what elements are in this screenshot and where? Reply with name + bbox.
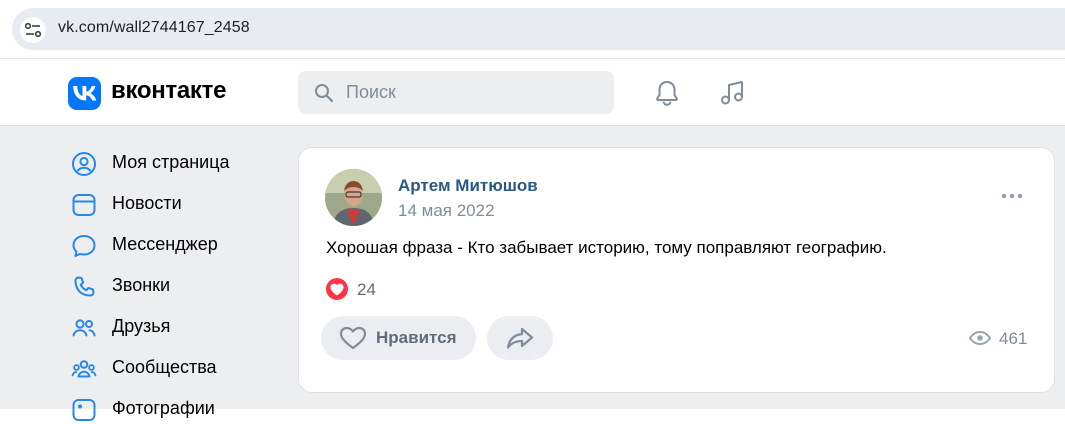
sidebar-item-photos[interactable]: Фотографии	[70, 394, 290, 424]
views-count: 461	[999, 329, 1028, 348]
communities-icon	[71, 360, 97, 378]
sidebar-item-label: Друзья	[112, 316, 171, 336]
like-button-label: Нравится	[376, 328, 457, 347]
share-arrow-icon	[506, 327, 534, 349]
sidebar-item-label: Новости	[112, 193, 182, 213]
vk-wordmark[interactable]: вконтакте	[111, 77, 226, 105]
heart-outline-icon	[339, 326, 367, 350]
music-icon[interactable]	[718, 78, 748, 108]
phone-icon	[74, 276, 95, 297]
heart-reaction-icon	[326, 278, 348, 300]
sidebar-item-calls[interactable]: Звонки	[70, 271, 290, 301]
browser-toolbar: vk.com/wall2744167_2458	[0, 0, 1065, 58]
sidebar-item-my-page[interactable]: Моя страница	[70, 148, 290, 178]
share-button[interactable]	[487, 316, 553, 360]
sidebar-item-news[interactable]: Новости	[70, 189, 290, 219]
friends-icon	[72, 319, 96, 337]
url-text[interactable]: vk.com/wall2744167_2458	[58, 19, 250, 37]
eye-icon	[969, 330, 991, 346]
post-date[interactable]: 14 мая 2022	[398, 201, 495, 221]
post-author-name[interactable]: Артем Митюшов	[398, 176, 538, 196]
message-icon	[72, 235, 96, 257]
user-circle-icon	[72, 152, 96, 176]
notifications-bell-icon[interactable]	[652, 78, 682, 108]
more-options-icon[interactable]	[999, 188, 1025, 204]
sidebar-item-label: Моя страница	[112, 152, 230, 172]
wall-post: Артем Митюшов 14 мая 2022 Хорошая фраза …	[298, 147, 1055, 393]
photos-icon	[72, 399, 96, 421]
author-avatar[interactable]	[325, 169, 382, 226]
sidebar-item-label: Сообщества	[112, 357, 217, 377]
search-icon	[315, 84, 334, 103]
vk-logo-icon[interactable]	[68, 77, 101, 110]
sidebar-item-messenger[interactable]: Мессенджер	[70, 230, 290, 260]
sidebar-item-label: Звонки	[112, 275, 171, 295]
post-text: Хорошая фраза - Кто забывает историю, то…	[326, 238, 887, 257]
sidebar-item-label: Мессенджер	[112, 234, 218, 254]
search-box[interactable]	[298, 71, 614, 114]
news-icon	[72, 194, 96, 216]
reactions-count: 24	[357, 280, 376, 299]
site-info-icon[interactable]	[20, 17, 46, 43]
sidebar-item-communities[interactable]: Сообщества	[70, 353, 290, 383]
sidebar-item-friends[interactable]: Друзья	[70, 312, 290, 342]
search-input[interactable]	[346, 81, 596, 103]
vk-header: вконтакте	[0, 58, 1065, 126]
like-button[interactable]: Нравится	[321, 316, 476, 360]
